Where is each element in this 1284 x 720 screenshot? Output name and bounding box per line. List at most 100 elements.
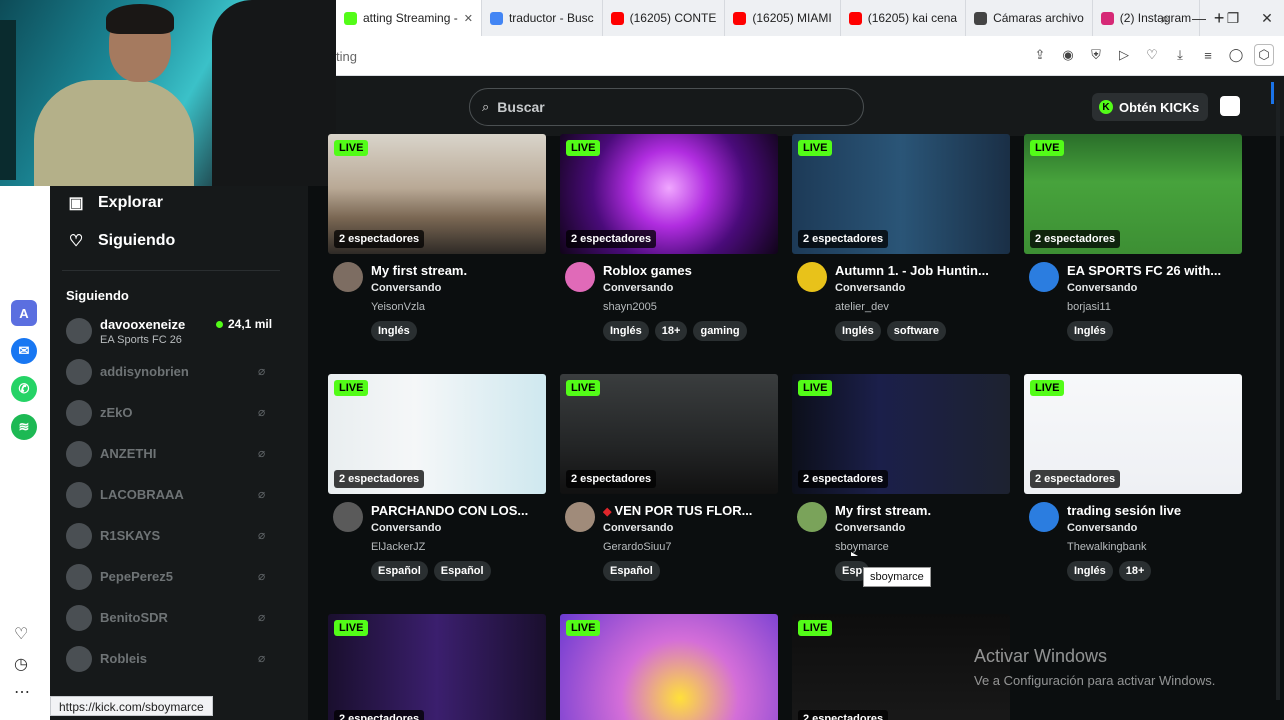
stream-thumbnail[interactable]: LIVE 2 espectadores [792,374,1010,494]
download-icon[interactable]: ⤓ [1170,44,1190,66]
stream-tag[interactable]: gaming [693,321,747,341]
stream-thumbnail[interactable]: LIVE 2 espectadores [328,134,546,254]
stream-title[interactable]: trading sesión live [1067,503,1239,518]
heart-icon[interactable]: ♡ [1142,44,1162,66]
close-window-icon[interactable]: ✕ [1250,10,1284,27]
more-icon[interactable]: ⋯ [14,682,30,702]
browser-tab[interactable]: Cámaras archivo [966,0,1093,36]
following-channel[interactable]: zEkO ⌀ [66,398,276,428]
stream-card[interactable]: LIVE 2 espectadores My first stream. Conv… [792,374,1010,581]
channel-avatar[interactable] [333,262,363,292]
channel-username[interactable]: ElJackerJZ [371,541,425,553]
stream-thumbnail[interactable]: LIVE 2 espectadores [792,134,1010,254]
whatsapp-icon[interactable]: ✆ [11,376,37,402]
channel-username[interactable]: sboymarce [835,541,889,553]
channel-avatar[interactable] [797,502,827,532]
following-channel[interactable]: ANZETHI ⌀ [66,439,276,469]
stream-title[interactable]: PARCHANDO CON LOS... [371,503,543,518]
channel-avatar[interactable] [565,502,595,532]
stream-title[interactable]: EA SPORTS FC 26 with... [1067,263,1239,278]
stream-tag[interactable]: 18+ [654,321,688,341]
sidebar-toggle[interactable] [1271,82,1274,104]
share-icon[interactable]: ⇪ [1030,44,1050,66]
stream-card[interactable]: LIVE 2 espectadores Roblox games Conversa… [560,134,778,341]
stream-category[interactable]: Conversando [371,522,441,534]
nav-following[interactable]: ♡ Siguiendo [68,232,176,250]
stream-category[interactable]: Conversando [1067,282,1137,294]
stream-category[interactable]: Conversando [603,282,673,294]
extension-icon[interactable]: ⬡ [1254,44,1274,66]
page-scrollbar[interactable] [1276,100,1280,700]
stream-thumbnail[interactable]: LIVE [560,614,778,720]
shield-icon[interactable]: ⛨ [1086,44,1106,66]
browser-tab[interactable]: (16205) MIAMI [725,0,841,36]
stream-tag[interactable]: software [886,321,947,341]
nav-explore[interactable]: ▣ Explorar [68,194,162,212]
stream-thumbnail[interactable]: LIVE 2 espectadores [1024,134,1242,254]
channel-username[interactable]: atelier_dev [835,301,889,313]
stream-tag[interactable]: Inglés [1067,321,1113,341]
play-icon[interactable]: ▷ [1114,44,1134,66]
menu-icon[interactable]: ≡ [1198,44,1218,66]
stream-category[interactable]: Conversando [835,522,905,534]
stream-category[interactable]: Conversando [603,522,673,534]
stream-thumbnail[interactable]: LIVE 2 espectadores [560,374,778,494]
stream-title[interactable]: Roblox games [603,263,775,278]
channel-avatar[interactable] [797,262,827,292]
channel-username[interactable]: Thewalkingbank [1067,541,1147,553]
favorites-icon[interactable]: ♡ [14,624,28,644]
stream-card[interactable]: LIVE 2 espectadores ◆ VEN POR TUS FLOR... … [560,374,778,581]
spotify-icon[interactable]: ≋ [11,414,37,440]
stream-card[interactable]: LIVE 2 espectadores EA SPORTS FC 26 with.… [1024,134,1242,341]
browser-tab[interactable]: atting Streaming - ✕ [336,0,482,36]
get-kicks-button[interactable]: K Obtén KICKs [1092,93,1208,121]
user-avatar[interactable] [1220,96,1240,116]
stream-tag[interactable]: Inglés [835,321,881,341]
following-channel[interactable]: PepePerez5 ⌀ [66,562,276,592]
stream-tag[interactable]: Inglés [603,321,649,341]
profile-icon[interactable]: ◯ [1226,44,1246,66]
restore-icon[interactable]: ❐ [1216,10,1250,27]
following-channel[interactable]: LACOBRAAA ⌀ [66,480,276,510]
channel-avatar[interactable] [1029,502,1059,532]
browser-tab[interactable]: (16205) CONTE [603,0,726,36]
channel-username[interactable]: shayn2005 [603,301,657,313]
channel-avatar[interactable] [333,502,363,532]
stream-title[interactable]: My first stream. [371,263,543,278]
stream-tag[interactable]: Español [371,561,428,581]
stream-thumbnail[interactable]: LIVE 2 espectadores [328,374,546,494]
search-input[interactable]: ⌕ Buscar [469,88,864,126]
stream-tag[interactable]: Inglés [1067,561,1113,581]
following-channel[interactable]: BenitoSDR ⌀ [66,603,276,633]
stream-tag[interactable]: Español [433,561,491,581]
stream-title[interactable]: My first stream. [835,503,1007,518]
stream-thumbnail[interactable]: LIVE 2 espectadores [328,614,546,720]
channel-avatar[interactable] [1029,262,1059,292]
stream-title[interactable]: Autumn 1. - Job Huntin... [835,263,1007,278]
minimize-icon[interactable]: — [1182,10,1216,26]
browser-tab[interactable]: traductor - Busc [482,0,603,36]
channel-username[interactable]: YeisonVzla [371,301,425,313]
camera-icon[interactable]: ◉ [1058,44,1078,66]
stream-tag[interactable]: 18+ [1118,561,1152,581]
stream-category[interactable]: Conversando [371,282,441,294]
channel-username[interactable]: borjasi11 [1067,301,1111,313]
stream-title[interactable]: ◆ VEN POR TUS FLOR... [603,503,775,518]
messenger-icon[interactable]: ✉ [11,338,37,364]
stream-tag[interactable]: Inglés [371,321,417,341]
close-tab-icon[interactable]: ✕ [464,12,473,25]
app-icon[interactable]: A [11,300,37,326]
url-text[interactable]: ting [336,49,357,64]
stream-card[interactable]: LIVE 2 espectadores trading sesión live C… [1024,374,1242,581]
following-channel[interactable]: Robleis ⌀ [66,644,276,674]
following-channel[interactable]: davooxeneize EA Sports FC 26 24,1 mil [66,316,276,346]
stream-card[interactable]: LIVE 2 espectadores [328,614,546,720]
channel-avatar[interactable] [565,262,595,292]
stream-thumbnail[interactable]: LIVE 2 espectadores [560,134,778,254]
history-icon[interactable]: ◷ [14,654,28,674]
stream-category[interactable]: Conversando [835,282,905,294]
stream-tag[interactable]: Español [603,561,660,581]
channel-username[interactable]: GerardoSiuu7 [603,541,672,553]
stream-card[interactable]: LIVE 2 espectadores Autumn 1. - Job Hunti… [792,134,1010,341]
stream-category[interactable]: Conversando [1067,522,1137,534]
